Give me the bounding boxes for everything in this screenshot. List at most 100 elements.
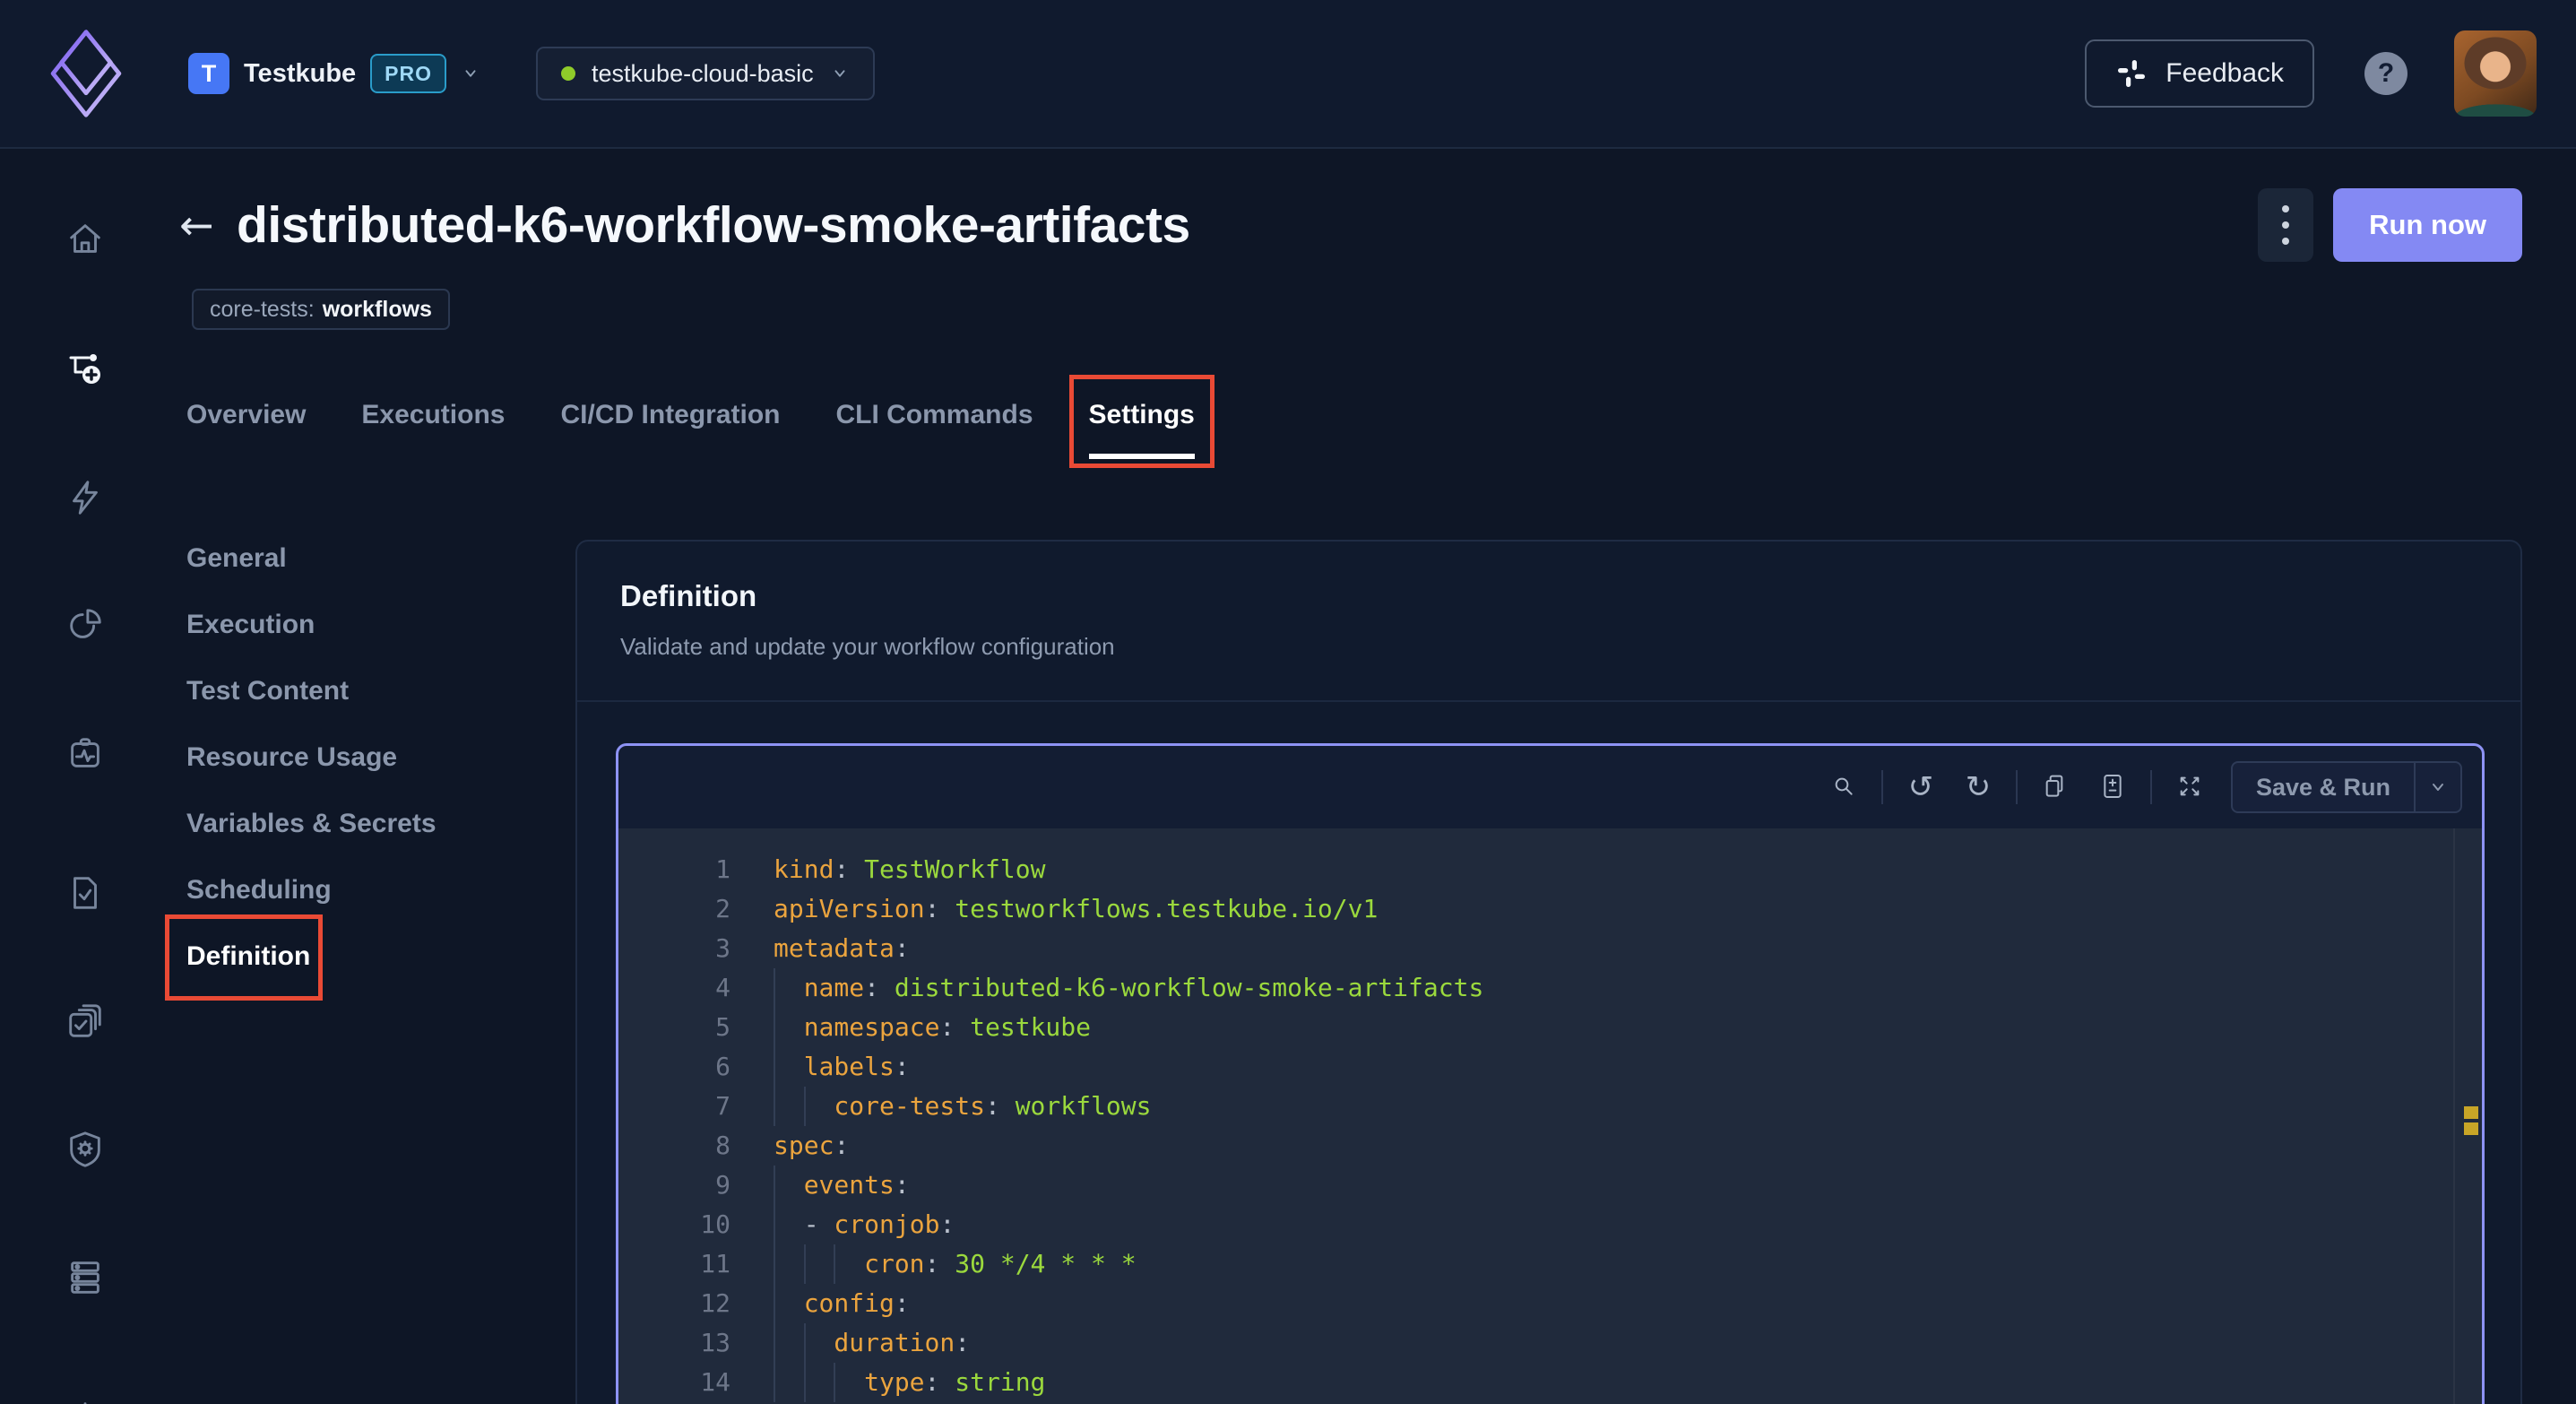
indent-guide	[774, 1008, 804, 1047]
yaml-token: kind	[774, 850, 834, 889]
question-mark-icon: ?	[2378, 58, 2394, 89]
editor-diff-button[interactable]	[2093, 767, 2132, 807]
feedback-label: Feedback	[2165, 58, 2284, 89]
org-switcher[interactable]: T Testkube PRO	[188, 53, 480, 94]
search-icon	[1829, 772, 1858, 803]
settings-nav-label: Definition	[186, 941, 310, 971]
editor-undo-button[interactable]: ↺	[1901, 767, 1941, 807]
yaml-token: :	[834, 850, 864, 889]
line-number: 3	[618, 929, 730, 968]
editor-search-button[interactable]	[1824, 767, 1863, 807]
settings-nav-label: Test Content	[186, 676, 349, 706]
copy-icon	[2041, 772, 2070, 803]
user-avatar[interactable]	[2454, 30, 2537, 117]
yaml-token: namespace	[804, 1008, 940, 1047]
settings-nav-resource-usage[interactable]: Resource Usage	[186, 742, 397, 773]
indent-guide	[804, 1323, 834, 1363]
sidebar-item-insights[interactable]	[65, 605, 106, 649]
yaml-token: core-tests	[834, 1087, 985, 1126]
save-options-chevron[interactable]	[2414, 763, 2460, 811]
tab-settings[interactable]: Settings	[1089, 400, 1195, 459]
code-line-content: apiVersion: testworkflows.testkube.io/v1	[730, 889, 1378, 929]
scrollbar-annotation-mark	[2464, 1106, 2478, 1119]
tab-label: CI/CD Integration	[560, 400, 780, 429]
yaml-editor[interactable]: ↺ ↻ Save & Run 1kind: TestWorkflow2apiVer…	[616, 743, 2485, 1404]
tab-ci-cd-integration[interactable]: CI/CD Integration	[560, 400, 780, 459]
tab-overview[interactable]: Overview	[186, 400, 306, 459]
indent-guide	[774, 1323, 804, 1363]
panel-header: Definition Validate and update your work…	[577, 542, 2520, 702]
sidebar	[0, 149, 170, 1404]
yaml-token: :	[895, 1284, 910, 1323]
settings-nav-label: Resource Usage	[186, 742, 397, 772]
indent-guide	[774, 1166, 804, 1205]
code-line-content: duration:	[730, 1323, 970, 1363]
settings-nav-general[interactable]: General	[186, 543, 287, 574]
help-button[interactable]: ?	[2364, 52, 2407, 95]
environment-selector[interactable]: testkube-cloud-basic	[536, 47, 875, 100]
yaml-token: labels	[804, 1047, 895, 1087]
settings-nav-label: Variables & Secrets	[186, 809, 437, 838]
code-line: 8spec:	[618, 1126, 2482, 1166]
indent-guide	[804, 1244, 834, 1284]
run-now-button[interactable]: Run now	[2333, 188, 2522, 262]
undo-icon: ↺	[1908, 772, 1934, 802]
settings-nav-label: Scheduling	[186, 875, 332, 905]
kebab-menu-button[interactable]	[2258, 188, 2313, 262]
code-line-content: namespace: testkube	[730, 1008, 1091, 1047]
environment-status-dot	[561, 66, 575, 81]
code-line-content: core-tests: workflows	[730, 1087, 1151, 1126]
header-actions: Run now	[2258, 188, 2522, 262]
yaml-token: duration	[834, 1323, 955, 1363]
plan-badge: PRO	[370, 54, 446, 93]
sidebar-item-home[interactable]	[65, 219, 106, 263]
code-line-content: events:	[730, 1166, 910, 1205]
insights-icon	[65, 636, 106, 649]
yaml-token: :	[864, 968, 895, 1008]
settings-nav-variables-secrets[interactable]: Variables & Secrets	[186, 809, 437, 839]
yaml-token: :	[834, 1126, 849, 1166]
yaml-token: workflows	[1016, 1087, 1152, 1126]
yaml-token: string	[955, 1363, 1045, 1402]
yaml-token: name	[804, 968, 864, 1008]
sidebar-item-settings[interactable]	[65, 1396, 106, 1404]
settings-nav-scheduling[interactable]: Scheduling	[186, 875, 332, 906]
testkube-logo-icon[interactable]	[43, 27, 129, 120]
sidebar-item-tests[interactable]	[65, 872, 106, 916]
settings-nav: General Execution Test Content Resource Usa…	[179, 540, 575, 1008]
scrollbar-track[interactable]	[2453, 828, 2455, 1404]
code-line: 11cron: 30 */4 * * *	[618, 1244, 2482, 1284]
create-test-workflow-icon	[64, 379, 107, 393]
executions-icon	[65, 1031, 106, 1044]
settings-nav-test-content[interactable]: Test Content	[186, 676, 349, 706]
yaml-token: type	[864, 1363, 924, 1402]
tab-label: Executions	[361, 400, 505, 429]
settings-nav-definition[interactable]: Definition	[186, 941, 310, 972]
triggers-icon	[65, 507, 106, 521]
feedback-button[interactable]: Feedback	[2085, 39, 2314, 108]
tab-executions[interactable]: Executions	[361, 400, 505, 459]
editor-copy-button[interactable]	[2036, 767, 2075, 807]
line-number: 11	[618, 1244, 730, 1284]
tab-cli-commands[interactable]: CLI Commands	[835, 400, 1033, 459]
save-and-run-button[interactable]: Save & Run	[2231, 761, 2462, 813]
sidebar-item-sources[interactable]	[65, 1257, 106, 1301]
editor-expand-button[interactable]	[2170, 767, 2209, 807]
redo-icon: ↻	[1966, 772, 1992, 802]
sidebar-item-health[interactable]	[65, 733, 106, 777]
indent-guide	[774, 968, 804, 1008]
sidebar-item-triggers[interactable]	[65, 477, 106, 521]
sidebar-item-security[interactable]	[65, 1129, 106, 1173]
editor-redo-button[interactable]: ↻	[1958, 767, 1998, 807]
settings-nav-execution[interactable]: Execution	[186, 610, 315, 640]
code-line: 14type: string	[618, 1363, 2482, 1402]
slack-icon	[2115, 57, 2148, 90]
sidebar-item-executions[interactable]	[65, 1001, 106, 1044]
code-line-content: config:	[730, 1284, 910, 1323]
yaml-token: distributed-k6-workflow-smoke-artifacts	[895, 968, 1483, 1008]
code-area[interactable]: 1kind: TestWorkflow2apiVersion: testwork…	[618, 828, 2482, 1404]
sidebar-item-create-test-workflow[interactable]	[64, 347, 107, 393]
settings-nav-row: Test Content	[186, 676, 575, 706]
back-arrow-icon[interactable]: ←	[179, 201, 237, 249]
indent-guide	[804, 1087, 834, 1126]
